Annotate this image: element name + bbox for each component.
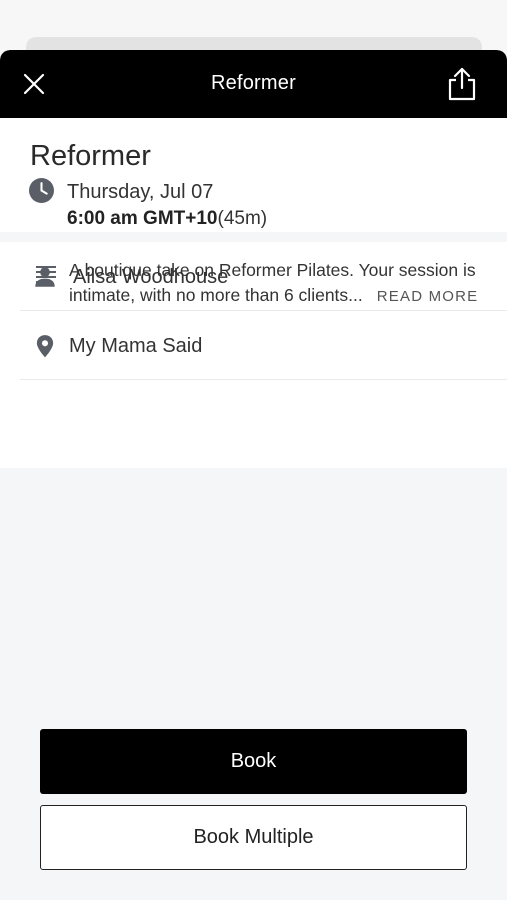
class-time: 6:00 am GMT+10 bbox=[67, 208, 218, 229]
class-duration: (45m) bbox=[217, 208, 268, 229]
read-more-link[interactable]: READ MORE bbox=[377, 288, 479, 305]
class-date: Thursday, Jul 07 bbox=[67, 181, 214, 203]
share-button[interactable] bbox=[445, 66, 479, 102]
share-icon bbox=[448, 67, 476, 101]
class-header: Reformer Thursday, Jul 07 6:00 am GMT+10… bbox=[0, 118, 507, 232]
class-time-line: 6:00 am GMT+10(45m) bbox=[67, 208, 267, 230]
location-row[interactable]: My Mama Said bbox=[20, 311, 507, 380]
location-pin-icon bbox=[36, 335, 54, 358]
location-name: My Mama Said bbox=[69, 335, 203, 357]
class-details: Ailsa Woodhouse My Mama Said A boutique … bbox=[0, 242, 507, 468]
class-detail-sheet: Reformer Reformer Thursday, Jul 07 6:00 … bbox=[0, 50, 507, 900]
top-bar: Reformer bbox=[0, 50, 507, 118]
book-multiple-button[interactable]: Book Multiple bbox=[40, 805, 467, 870]
clock-icon bbox=[29, 178, 54, 203]
class-title: Reformer bbox=[30, 140, 151, 172]
book-button[interactable]: Book bbox=[40, 729, 467, 794]
class-description: A boutique take on Reformer Pilates. You… bbox=[69, 258, 494, 309]
header-title: Reformer bbox=[211, 72, 296, 94]
description-lines-icon bbox=[36, 266, 56, 283]
